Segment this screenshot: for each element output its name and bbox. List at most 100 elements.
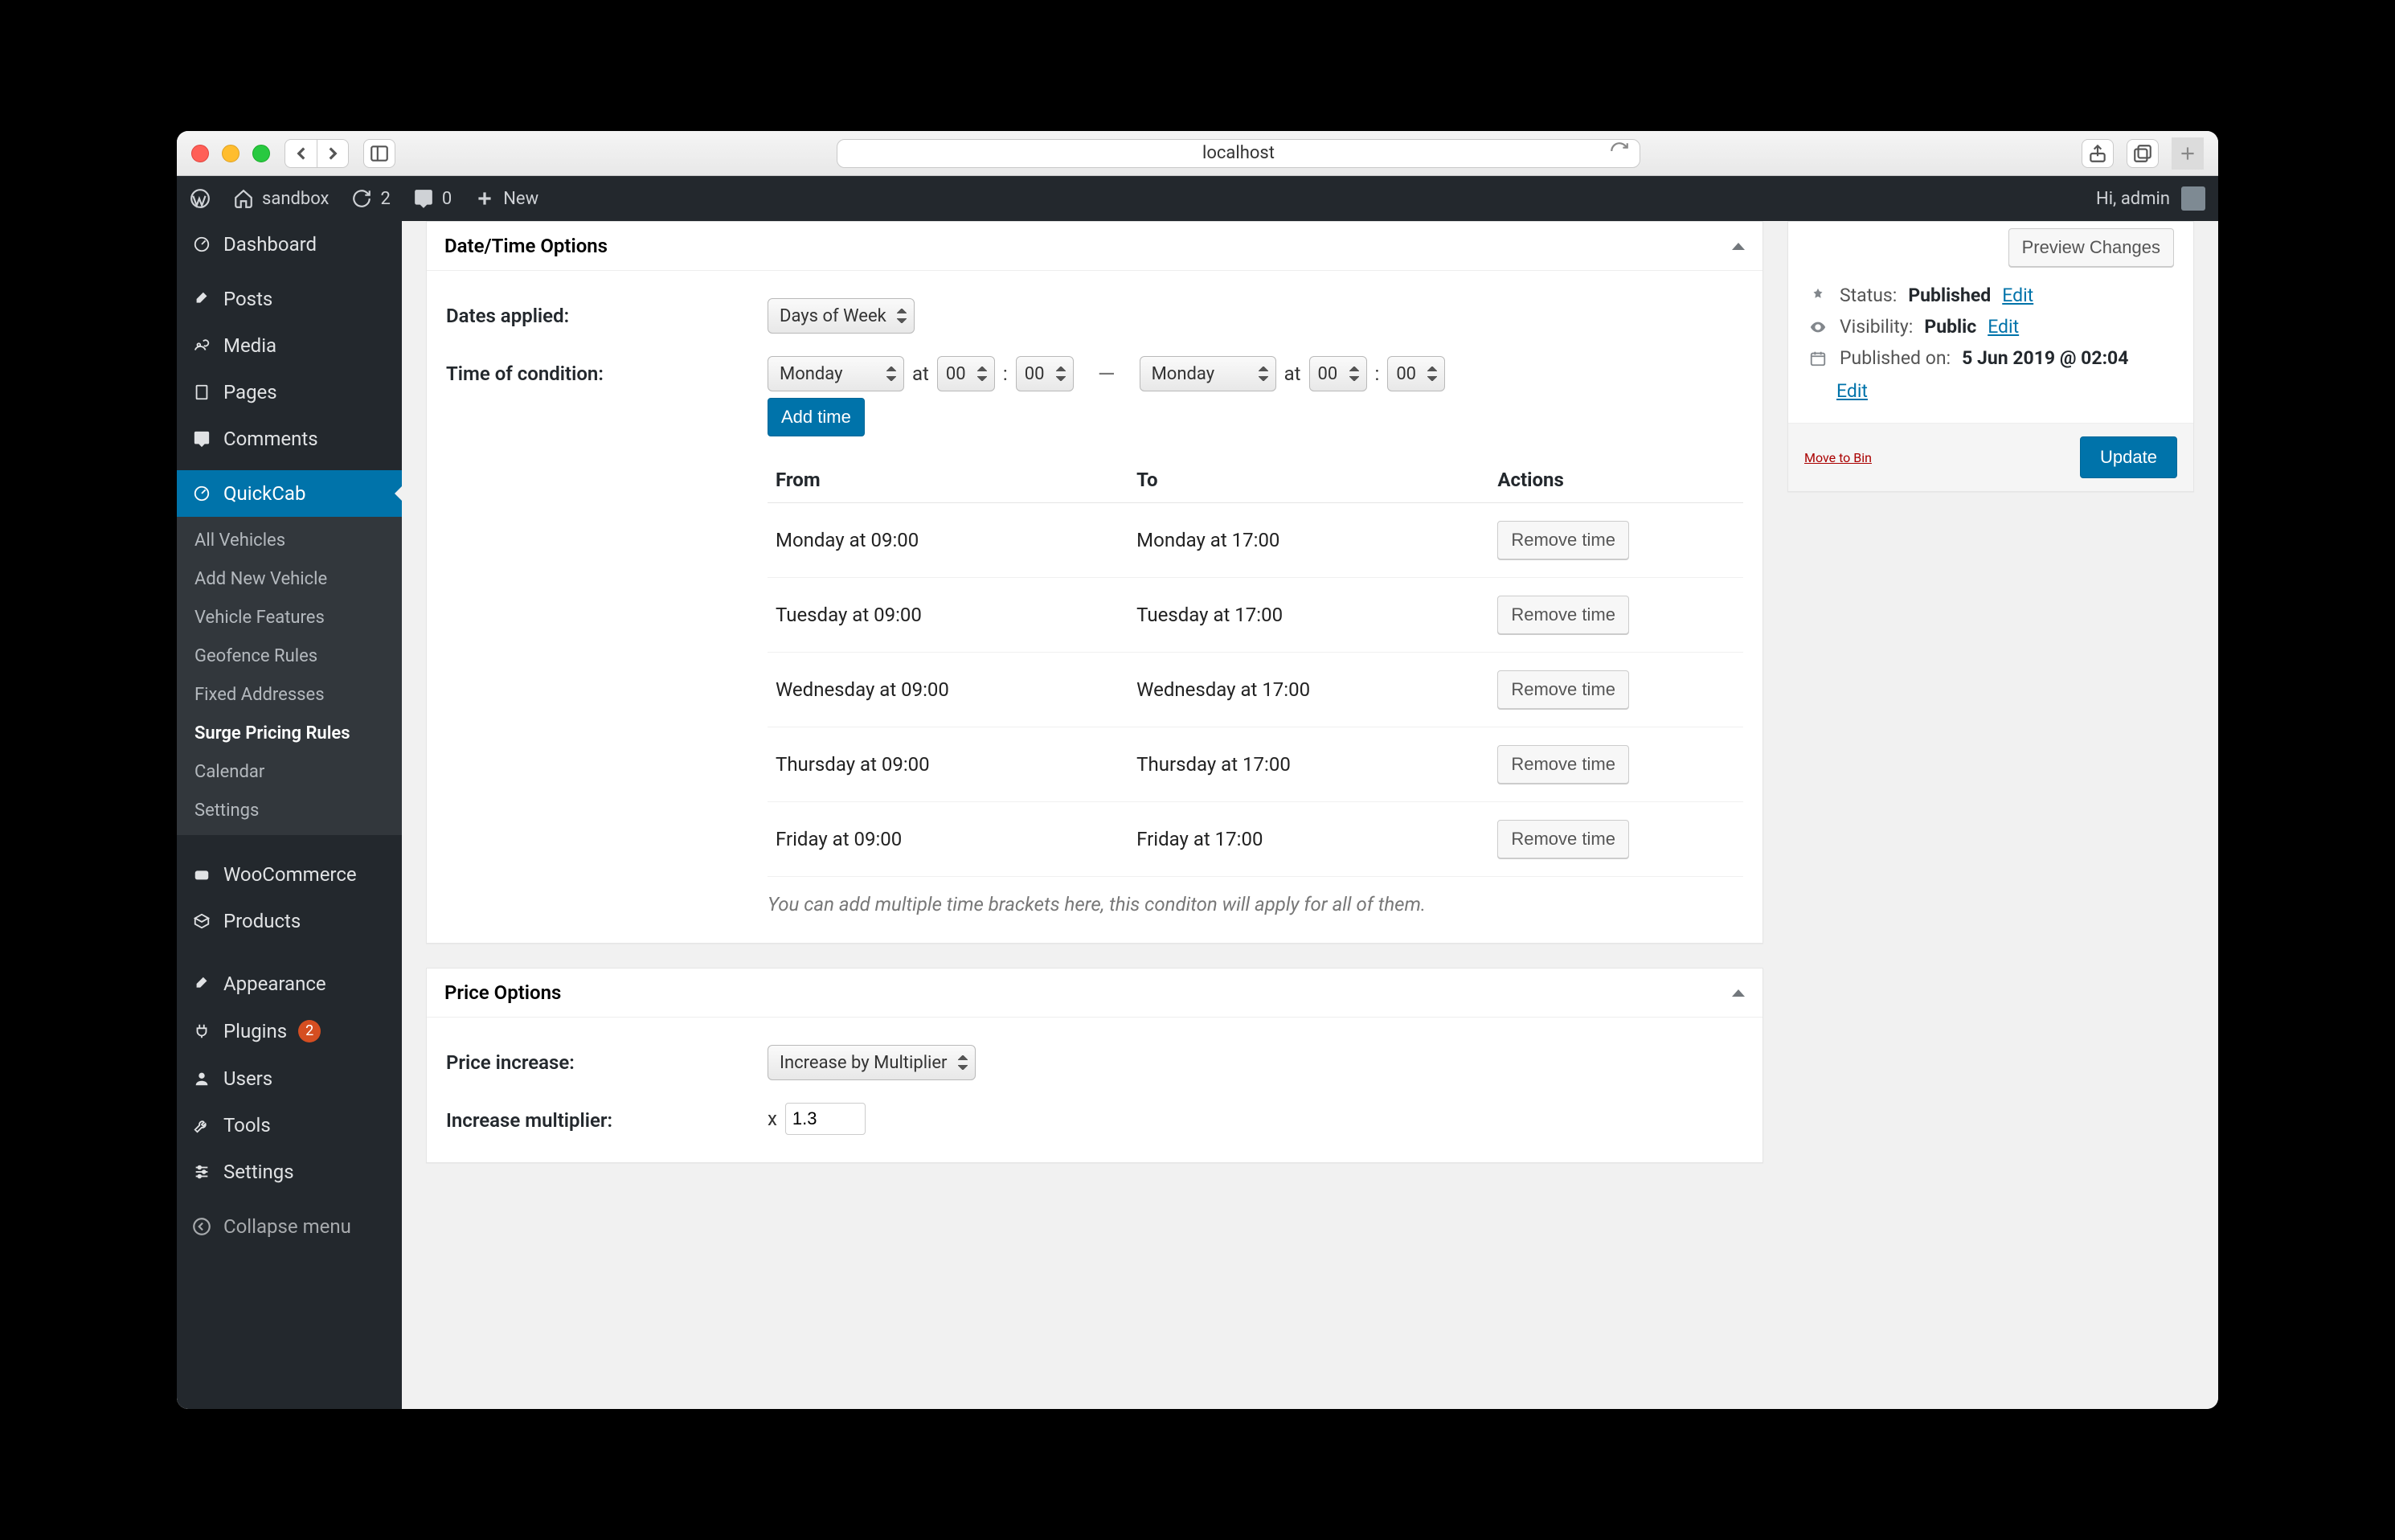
settings-icon	[191, 1161, 212, 1182]
comments-icon	[191, 428, 212, 449]
avatar	[2181, 186, 2205, 211]
sidebar-item-plugins[interactable]: Plugins2	[177, 1007, 402, 1055]
sidebar-item-label: Posts	[223, 289, 272, 309]
new-tab-button[interactable]	[2172, 137, 2204, 170]
submenu-quickcab: All VehiclesAdd New VehicleVehicle Featu…	[177, 517, 402, 835]
window-minimize-button[interactable]	[222, 145, 240, 162]
table-row: Monday at 09:00Monday at 17:00Remove tim…	[768, 503, 1743, 578]
select-to-hour[interactable]: 00	[1309, 356, 1367, 391]
preview-changes-button[interactable]: Preview Changes	[2008, 228, 2174, 267]
cell-actions: Remove time	[1489, 653, 1743, 727]
updates-link[interactable]: 2	[351, 188, 390, 209]
remove-time-button[interactable]: Remove time	[1497, 745, 1629, 784]
toggle-indicator[interactable]	[1732, 989, 1745, 997]
side-column: Preview Changes Status: Published Edit	[1787, 221, 2194, 1409]
box-title: Date/Time Options	[444, 235, 608, 257]
sidebar-item-tools[interactable]: Tools	[177, 1102, 402, 1149]
move-to-bin-link[interactable]: Move to Bin	[1804, 450, 1872, 465]
time-condition-group: Monday at 00 : 00 — Monday at 00 :	[768, 356, 1743, 391]
row-time-condition: Time of condition: Monday at 00 : 00 — M…	[446, 345, 1743, 927]
cell-to: Tuesday at 17:00	[1128, 578, 1489, 653]
wp-logo[interactable]	[190, 188, 211, 209]
sidebar-item-media[interactable]: Media	[177, 322, 402, 369]
sidebar-toggle-button[interactable]	[363, 139, 395, 168]
edit-date-link[interactable]: Edit	[1808, 380, 2174, 402]
comments-link[interactable]: 0	[413, 188, 452, 209]
panel-icon	[369, 143, 390, 164]
sidebar-item-label: Products	[223, 911, 301, 931]
tabs-button[interactable]	[2127, 139, 2159, 168]
browser-titlebar: localhost	[177, 131, 2218, 176]
comments-count: 0	[442, 189, 452, 209]
select-to-min[interactable]: 00	[1387, 356, 1445, 391]
remove-time-button[interactable]: Remove time	[1497, 670, 1629, 709]
adminbar-account[interactable]: Hi, admin	[2096, 186, 2205, 211]
wp-wrap: Dashboard Posts MediaPagesComments QuickCab…	[177, 221, 2218, 1409]
comment-icon	[413, 188, 434, 209]
reload-icon[interactable]	[1609, 141, 1630, 166]
submenu-item-fixed-addresses[interactable]: Fixed Addresses	[177, 676, 402, 715]
plus-icon	[2177, 143, 2198, 164]
multiplier-input[interactable]	[785, 1103, 866, 1135]
back-button[interactable]	[285, 139, 317, 168]
sidebar-item-settings[interactable]: Settings	[177, 1149, 402, 1195]
sidebar-item-label: Users	[223, 1069, 272, 1088]
address-bar-container: localhost	[410, 139, 2067, 168]
sidebar-item-appearance[interactable]: Appearance	[177, 960, 402, 1007]
cell-to: Thursday at 17:00	[1128, 727, 1489, 802]
forward-button[interactable]	[317, 139, 349, 168]
submenu-item-settings[interactable]: Settings	[177, 792, 402, 830]
browser-right-tools	[2082, 137, 2204, 170]
select-from-min[interactable]: 00	[1016, 356, 1074, 391]
row-multiplier: Increase multiplier: x	[446, 1092, 1743, 1146]
sidebar-item-products[interactable]: Products	[177, 898, 402, 944]
sidebar-item-pages[interactable]: Pages	[177, 369, 402, 416]
sidebar-item-posts[interactable]: Posts	[177, 276, 402, 322]
sidebar-item-woocommerce[interactable]: WooCommerce	[177, 851, 402, 898]
submenu-item-all-vehicles[interactable]: All Vehicles	[177, 522, 402, 560]
site-name: sandbox	[262, 189, 329, 209]
row-dates-applied: Dates applied: Days of Week	[446, 287, 1743, 345]
toggle-indicator[interactable]	[1732, 243, 1745, 250]
site-name-link[interactable]: sandbox	[233, 188, 329, 209]
window-close-button[interactable]	[191, 145, 209, 162]
sidebar-item-users[interactable]: Users	[177, 1055, 402, 1102]
update-button[interactable]: Update	[2080, 436, 2177, 478]
cell-actions: Remove time	[1489, 578, 1743, 653]
box-price-options: Price Options Price increase: Increase b…	[426, 968, 1763, 1163]
submenu-item-geofence-rules[interactable]: Geofence Rules	[177, 637, 402, 676]
sidebar-item-comments[interactable]: Comments	[177, 416, 402, 462]
new-label: New	[503, 189, 538, 209]
col-to: To	[1128, 457, 1489, 503]
edit-status-link[interactable]: Edit	[2002, 285, 2033, 306]
sidebar-item-quickcab[interactable]: QuickCab	[177, 470, 402, 517]
window-zoom-button[interactable]	[252, 145, 270, 162]
select-from-day[interactable]: Monday	[768, 356, 904, 391]
media-icon	[191, 335, 212, 356]
select-from-hour[interactable]: 00	[937, 356, 995, 391]
select-price-increase[interactable]: Increase by Multiplier	[768, 1045, 976, 1080]
remove-time-button[interactable]: Remove time	[1497, 820, 1629, 858]
edit-visibility-link[interactable]: Edit	[1988, 316, 2019, 338]
submenu-item-calendar[interactable]: Calendar	[177, 753, 402, 792]
updates-count: 2	[380, 189, 390, 209]
at-label: at	[1284, 362, 1301, 385]
submenu-item-add-new-vehicle[interactable]: Add New Vehicle	[177, 560, 402, 599]
browser-window: localhost sandbox	[177, 131, 2218, 1409]
share-button[interactable]	[2082, 139, 2114, 168]
new-content-link[interactable]: New	[474, 188, 538, 209]
submenu-item-surge-pricing-rules[interactable]: Surge Pricing Rules	[177, 715, 402, 753]
times-table: From To Actions Monday at 09:00Monday at…	[768, 457, 1743, 877]
address-bar[interactable]: localhost	[837, 139, 1640, 168]
select-to-day[interactable]: Monday	[1140, 356, 1276, 391]
remove-time-button[interactable]: Remove time	[1497, 596, 1629, 634]
published-on-value: 5 Jun 2019 @ 02:04	[1962, 347, 2128, 369]
table-row: Thursday at 09:00Thursday at 17:00Remove…	[768, 727, 1743, 802]
remove-time-button[interactable]: Remove time	[1497, 521, 1629, 559]
collapse-menu[interactable]: Collapse menu	[177, 1203, 402, 1250]
select-dates-applied[interactable]: Days of Week	[768, 298, 915, 334]
sidebar-item-dashboard[interactable]: Dashboard	[177, 221, 402, 268]
cell-from: Tuesday at 09:00	[768, 578, 1128, 653]
add-time-button[interactable]: Add time	[768, 398, 865, 436]
submenu-item-vehicle-features[interactable]: Vehicle Features	[177, 599, 402, 637]
